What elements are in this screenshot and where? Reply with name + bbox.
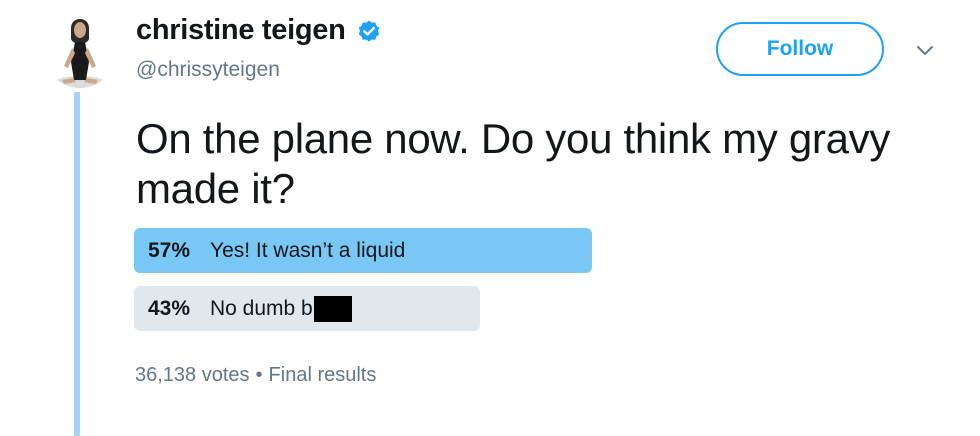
poll-vote-count: 36,138 votes xyxy=(135,364,250,386)
poll-footer: 36,138 votes • Final results xyxy=(135,364,376,387)
redaction-bar xyxy=(313,295,352,322)
tweet-text: On the plane now. Do you think my gravy … xyxy=(136,115,891,212)
display-name[interactable]: christine teigen xyxy=(136,14,346,47)
chevron-down-icon[interactable] xyxy=(914,39,936,61)
profile-photo-icon xyxy=(42,8,118,88)
poll-option-label: Yes! It wasn’t a liquid xyxy=(210,238,406,262)
poll-option-percent: 57% xyxy=(148,238,191,262)
follow-button[interactable]: Follow xyxy=(716,22,884,76)
username[interactable]: @chrissyteigen xyxy=(136,58,280,82)
thread-line xyxy=(74,92,80,436)
poll-footer-separator: • xyxy=(255,364,263,386)
tweet-card: christine teigen @chrissyteigen Follow O… xyxy=(0,0,980,436)
poll-option-label-wrap: No dumb b xyxy=(210,295,352,322)
poll-option-winner: 57% Yes! It wasn’t a liquid xyxy=(134,228,592,273)
avatar[interactable] xyxy=(42,8,118,88)
poll-option-percent: 43% xyxy=(148,296,191,320)
poll-option-label: No dumb b xyxy=(210,296,313,320)
poll-option-other: 43% No dumb b xyxy=(134,286,480,331)
poll-status: Final results xyxy=(268,364,377,386)
verified-badge-icon xyxy=(358,20,380,42)
